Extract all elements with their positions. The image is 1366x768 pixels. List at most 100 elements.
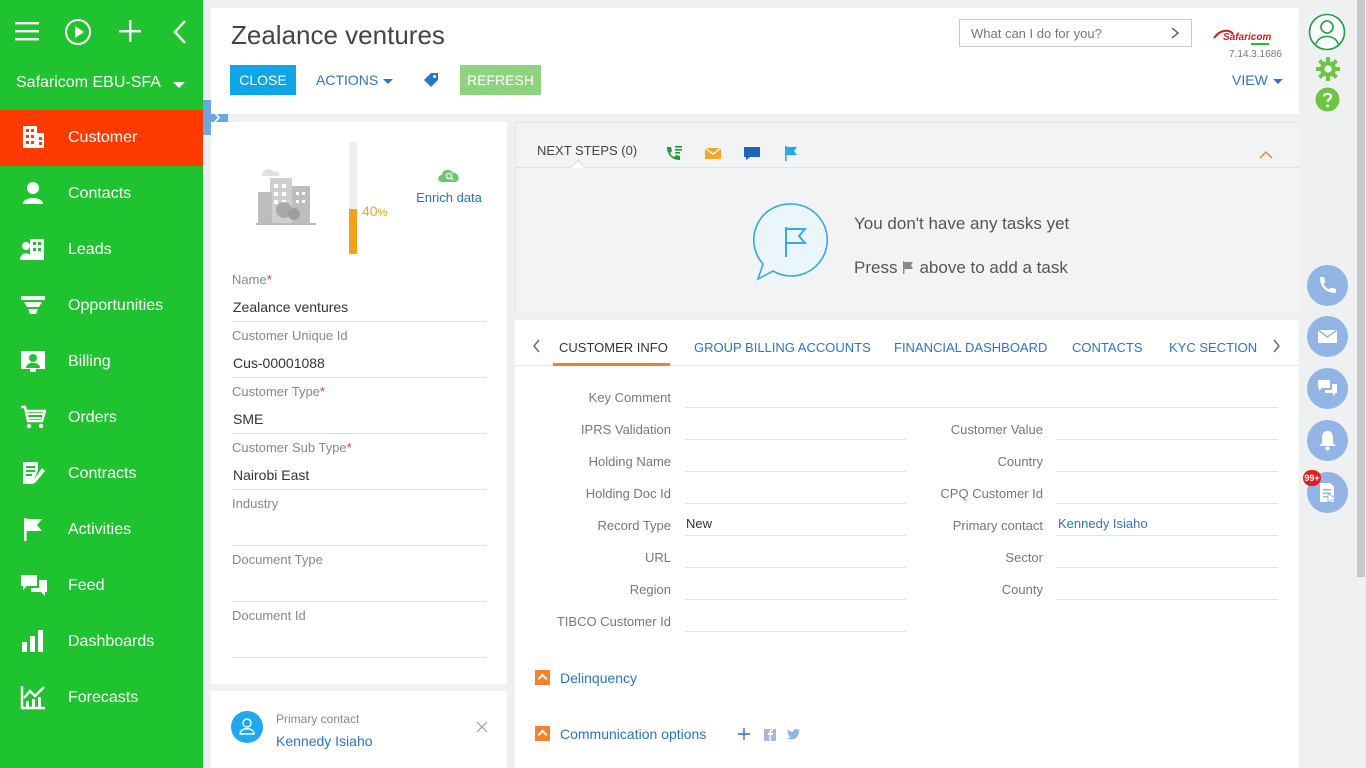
country-field[interactable] (1057, 452, 1278, 472)
facebook-icon[interactable] (763, 728, 777, 742)
sidebar-item-forecasts[interactable]: Forecasts (0, 670, 203, 726)
help-icon[interactable] (1315, 87, 1340, 112)
call-task-icon[interactable] (665, 144, 683, 162)
industry-field[interactable]: Industry (232, 496, 486, 546)
customer-value-field[interactable] (1057, 420, 1278, 440)
customer-unique-id-field[interactable]: Customer Unique Id Cus-00001088 (232, 328, 486, 378)
sidebar-item-contracts[interactable]: Contracts (0, 446, 203, 502)
sidebar-item-activities[interactable]: Activities (0, 502, 203, 558)
next-steps-toolbar: NEXT STEPS (0) (516, 123, 1300, 168)
tag-button[interactable] (421, 65, 441, 95)
view-menu-button[interactable]: VIEW (1232, 72, 1283, 88)
scrollbar-thumb[interactable] (1357, 0, 1365, 577)
tag-icon (424, 73, 438, 87)
field-value[interactable]: SME (232, 408, 486, 434)
primary-contact-label: Primary contact (276, 712, 360, 726)
section-title: Delinquency (560, 670, 638, 686)
cpq-customer-id-field[interactable] (1057, 484, 1278, 504)
sidebar-item-customer[interactable]: Customer (0, 110, 203, 166)
key-comment-field[interactable] (685, 388, 1278, 408)
required-marker: * (266, 272, 272, 287)
customer-type-field[interactable]: Customer Type* SME (232, 384, 486, 434)
collapse-sidebar-icon[interactable] (170, 18, 198, 46)
primary-contact-link[interactable]: Kennedy Isiaho (276, 733, 373, 749)
play-process-icon[interactable] (64, 18, 92, 46)
tab-kyc-section[interactable]: KYC SECTION (1169, 340, 1257, 355)
chevron-up-icon[interactable] (1259, 150, 1273, 160)
record-type-field[interactable]: New (685, 516, 906, 536)
customer-profile-card: 40% Enrich data Name* Zealance ventures … (211, 122, 507, 684)
customer-sub-type-field[interactable]: Customer Sub Type* Nairobi East (232, 440, 486, 490)
email-task-icon[interactable] (704, 144, 722, 162)
forecast-icon (20, 684, 48, 712)
twitter-icon[interactable] (787, 727, 801, 741)
refresh-button[interactable]: REFRESH (460, 65, 541, 95)
iprs-validation-field[interactable] (685, 420, 906, 440)
page-scrollbar[interactable] (1356, 0, 1366, 768)
flag-task-icon[interactable] (782, 144, 800, 162)
chevron-right-icon[interactable] (1271, 339, 1281, 353)
close-icon[interactable] (475, 720, 489, 734)
collapse-toggle-icon (535, 670, 550, 685)
sidebar-item-dashboards[interactable]: Dashboards (0, 614, 203, 670)
page-title: Zealance ventures (231, 20, 445, 50)
notifications-panel-button[interactable] (1307, 420, 1348, 461)
sidebar-item-opportunities[interactable]: Opportunities (0, 278, 203, 334)
org-selector[interactable]: Safaricom EBU-SFA (0, 64, 203, 104)
field-value[interactable]: Nairobi East (232, 464, 486, 490)
document-id-field[interactable]: Document Id (232, 608, 486, 658)
field-value[interactable]: Cus-00001088 (232, 352, 486, 378)
sidebar-nav: Customer Contacts Leads Opportunities Bi… (0, 110, 203, 726)
county-field[interactable] (1057, 580, 1278, 600)
chat-icon (1318, 380, 1337, 396)
tab-next-steps[interactable]: NEXT STEPS (0) (537, 143, 637, 158)
chat-panel-button[interactable] (1307, 368, 1348, 409)
add-icon[interactable] (117, 18, 145, 46)
tab-customer-info[interactable]: CUSTOMER INFO (559, 340, 668, 355)
sidebar-item-leads[interactable]: Leads (0, 222, 203, 278)
avatar (231, 711, 263, 743)
sector-field[interactable] (1057, 548, 1278, 568)
phone-panel-button[interactable] (1307, 265, 1348, 306)
communication-options-section-toggle[interactable]: Communication options (535, 726, 706, 742)
name-field[interactable]: Name* Zealance ventures (232, 272, 486, 322)
delinquency-section-toggle[interactable]: Delinquency (535, 670, 637, 686)
sidebar-item-orders[interactable]: Orders (0, 390, 203, 446)
hamburger-menu-icon[interactable] (14, 18, 42, 46)
add-icon[interactable] (737, 727, 751, 741)
actions-menu-button[interactable]: ACTIONS (316, 65, 396, 95)
region-field[interactable] (685, 580, 906, 600)
field-value[interactable]: Zealance ventures (232, 296, 486, 322)
field-label: Customer Type (232, 384, 320, 399)
flag-icon (20, 516, 48, 544)
person-icon (239, 718, 255, 735)
field-value[interactable] (232, 576, 486, 602)
primary-contact-link[interactable]: Kennedy Isiaho (1057, 516, 1278, 536)
user-profile-icon[interactable] (1308, 13, 1346, 51)
enrich-data-button[interactable]: Enrich data (416, 166, 482, 205)
sidebar-item-billing[interactable]: Billing (0, 334, 203, 390)
url-field[interactable] (685, 548, 906, 568)
close-button[interactable]: CLOSE (230, 65, 296, 95)
tab-group-billing-accounts[interactable]: GROUP BILLING ACCOUNTS (694, 340, 871, 355)
tab-contacts[interactable]: CONTACTS (1072, 340, 1143, 355)
field-value[interactable] (232, 520, 486, 546)
feed-icon (20, 572, 48, 600)
holding-doc-id-field[interactable] (685, 484, 906, 504)
tab-financial-dashboard[interactable]: FINANCIAL DASHBOARD (894, 340, 1047, 355)
command-search-input[interactable]: What can I do for you? (959, 19, 1192, 47)
bell-icon (1319, 431, 1336, 451)
holding-name-field[interactable] (685, 452, 906, 472)
key-comment-label: Key Comment (588, 390, 671, 405)
chevron-down-icon (1272, 78, 1283, 84)
profile-completeness-bar (349, 142, 357, 254)
chat-task-icon[interactable] (743, 144, 761, 162)
sidebar-item-feed[interactable]: Feed (0, 558, 203, 614)
gear-icon[interactable] (1315, 56, 1341, 82)
field-value[interactable] (232, 632, 486, 658)
chevron-left-icon[interactable] (532, 339, 542, 353)
email-panel-button[interactable] (1307, 316, 1348, 357)
tibco-customer-id-field[interactable] (685, 612, 906, 632)
sidebar-item-contacts[interactable]: Contacts (0, 166, 203, 222)
document-type-field[interactable]: Document Type (232, 552, 486, 602)
